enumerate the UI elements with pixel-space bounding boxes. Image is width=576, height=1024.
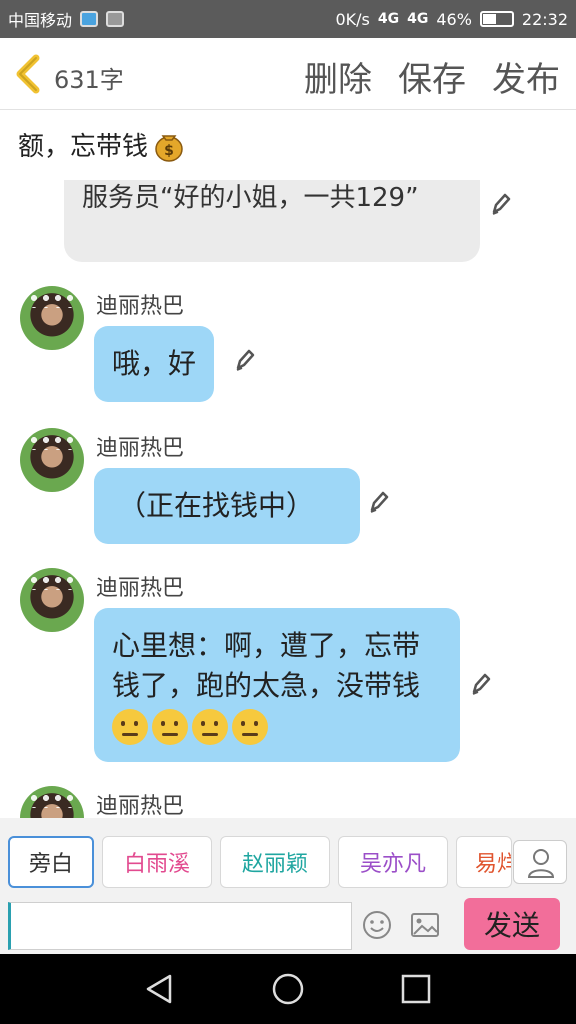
- character-chip-narrator[interactable]: 旁白: [8, 836, 94, 888]
- message-bubble[interactable]: 哦，好: [94, 326, 215, 402]
- message-text: 哦，好: [112, 347, 197, 380]
- narration-line: 额，忘带钱 $: [18, 126, 186, 163]
- clock: 22:32: [521, 9, 568, 29]
- message-bubble[interactable]: 心里想：啊，遭了，忘带钱了，跑的太急，没带钱: [94, 608, 460, 762]
- character-chip-bai-yuxi[interactable]: 白雨溪: [102, 836, 212, 888]
- character-label: 吴亦凡: [359, 852, 426, 877]
- avatar[interactable]: [20, 568, 84, 632]
- battery-percent: 46%: [436, 9, 472, 29]
- sender-name: 迪丽热巴: [96, 576, 185, 601]
- toolbar-actions: 删除 保存 发布: [304, 52, 560, 101]
- worried-emoji-icon: [152, 709, 188, 745]
- battery-icon: [479, 11, 514, 27]
- avatar[interactable]: [20, 428, 84, 492]
- character-label: 旁白: [28, 852, 73, 877]
- publish-button[interactable]: 发布: [492, 52, 560, 101]
- nav-home-icon[interactable]: [271, 972, 305, 1006]
- message-input[interactable]: [8, 902, 352, 950]
- character-manager-button[interactable]: [513, 840, 567, 884]
- network-type-2: 4G: [407, 11, 429, 27]
- notification-icon: [80, 11, 99, 27]
- sender-name: 迪丽热巴: [96, 436, 185, 461]
- status-bar: 中国移动 0K/s 4G 4G 46% 22:32: [0, 0, 576, 38]
- word-count: 631字: [54, 66, 124, 94]
- worried-emoji-icon: [192, 709, 228, 745]
- emoji-smile-icon[interactable]: [362, 910, 392, 940]
- network-speed: 0K/s: [335, 9, 370, 29]
- save-button[interactable]: 保存: [398, 52, 466, 101]
- svg-text:$: $: [164, 143, 174, 159]
- edit-pencil-icon[interactable]: [234, 348, 256, 372]
- image-icon[interactable]: [410, 912, 440, 938]
- narration-text: 额，忘带钱: [18, 132, 149, 162]
- person-icon: [527, 849, 555, 878]
- character-chip-zhao-liying[interactable]: 赵丽颖: [220, 836, 330, 888]
- delete-button[interactable]: 删除: [304, 52, 372, 101]
- gallery-notification-icon: [106, 11, 125, 27]
- story-content[interactable]: 额，忘带钱 $ 服务员“好的小姐，一共129” 迪丽热巴 哦，好 迪丽热巴 （正…: [0, 110, 576, 818]
- character-chip-wu-yifan[interactable]: 吴亦凡: [338, 836, 448, 888]
- message-text: 心里想：啊，遭了，忘带钱了，跑的太急，没带钱: [112, 629, 421, 702]
- character-label: 白雨溪: [123, 852, 190, 877]
- money-bag-icon: $: [155, 134, 183, 162]
- sender-name: 迪丽热巴: [96, 294, 185, 319]
- sender-name: 迪丽热巴: [96, 794, 185, 818]
- character-label: 赵丽颖: [241, 852, 308, 877]
- message-bubble[interactable]: （正在找钱中）: [94, 468, 360, 544]
- worried-emoji-icon: [232, 709, 268, 745]
- character-label: 易烊: [475, 852, 511, 877]
- message-text: （正在找钱中）: [118, 489, 315, 522]
- carrier-label: 中国移动: [8, 11, 73, 30]
- avatar[interactable]: [20, 286, 84, 350]
- edit-pencil-icon[interactable]: [490, 192, 512, 216]
- nav-recents-icon[interactable]: [399, 972, 433, 1006]
- nav-back-icon[interactable]: [142, 972, 176, 1006]
- narration-bubble-text: 服务员“好的小姐，一共129”: [82, 183, 419, 213]
- edit-pencil-icon[interactable]: [368, 490, 390, 514]
- character-selector: 旁白 白雨溪 赵丽颖 吴亦凡 易烊: [0, 818, 576, 894]
- narration-bubble[interactable]: 服务员“好的小姐，一共129”: [64, 180, 480, 262]
- network-type: 4G: [377, 11, 400, 27]
- worried-emoji-icon: [112, 709, 148, 745]
- character-chip-yi-yang[interactable]: 易烊: [456, 836, 512, 888]
- editor-toolbar: 631字 删除 保存 发布: [0, 38, 576, 110]
- system-nav-bar: [0, 954, 576, 1024]
- avatar[interactable]: [20, 786, 84, 818]
- edit-pencil-icon[interactable]: [470, 672, 492, 696]
- send-button[interactable]: 发送: [464, 898, 560, 950]
- composer: 发送: [0, 894, 576, 954]
- back-chevron-icon[interactable]: [12, 52, 46, 96]
